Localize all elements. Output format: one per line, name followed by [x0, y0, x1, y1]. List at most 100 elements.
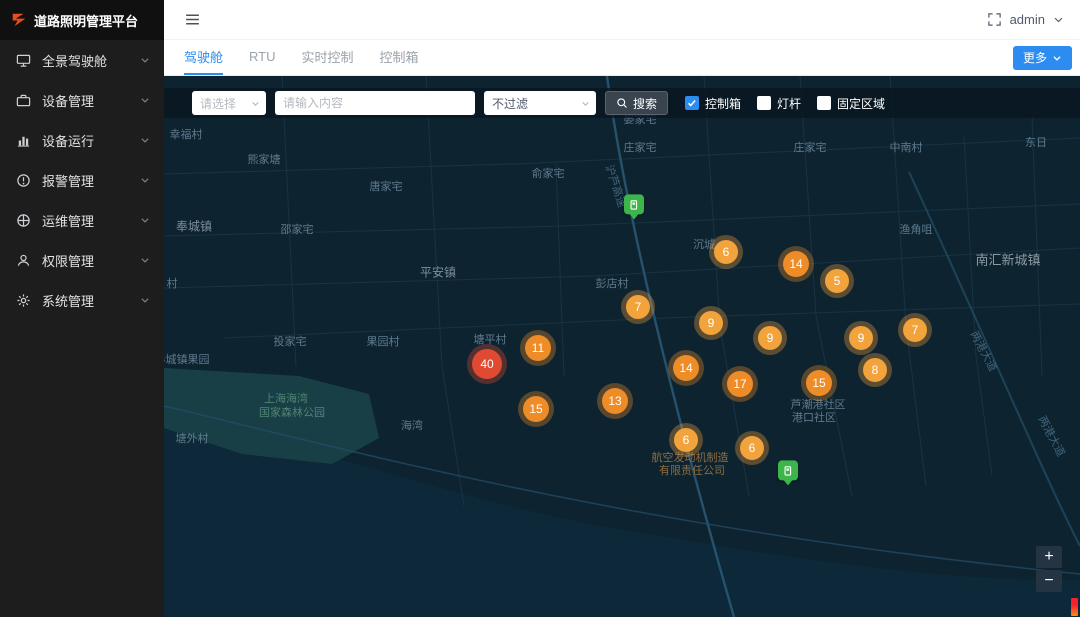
briefcase-icon — [16, 92, 32, 108]
sidebar-item-label: 全景驾驶舱 — [42, 51, 130, 70]
chevron-down-icon — [140, 95, 150, 105]
type-select-value: 请选择 — [200, 95, 236, 112]
cluster-marker[interactable]: 9 — [758, 326, 782, 350]
sidebar-item-alarm[interactable]: 报警管理 — [0, 160, 164, 200]
cluster-marker[interactable]: 9 — [699, 311, 723, 335]
sidebar-item-label: 设备管理 — [42, 91, 130, 110]
chevron-down-icon[interactable] — [1053, 14, 1064, 25]
tab-cockpit[interactable]: 驾驶舱 — [184, 40, 223, 75]
sidebar-item-operation[interactable]: 设备运行 — [0, 120, 164, 160]
zoom-out-button[interactable]: − — [1036, 570, 1062, 592]
top-header: admin — [164, 0, 1080, 40]
main-area: admin 驾驶舱RTU实时控制控制箱 更多 — [164, 0, 1080, 617]
cluster-marker[interactable]: 9 — [849, 326, 873, 350]
chevron-down-icon — [251, 99, 260, 108]
sidebar-item-cockpit[interactable]: 全景驾驶舱 — [0, 40, 164, 80]
chevron-down-icon — [140, 215, 150, 225]
chart-icon — [16, 132, 32, 148]
target-icon — [16, 212, 32, 228]
chevron-down-icon — [140, 295, 150, 305]
tab-box[interactable]: 控制箱 — [380, 40, 419, 75]
search-input[interactable] — [275, 91, 475, 115]
cluster-marker[interactable]: 6 — [674, 428, 698, 452]
user-icon — [16, 252, 32, 268]
tabs: 驾驶舱 RTU 实时控制控制箱 — [184, 40, 419, 75]
sidebar-item-label: 运维管理 — [42, 211, 130, 230]
filter-bar: 请选择 不过滤 搜索 — [164, 88, 1080, 118]
cluster-marker[interactable]: 6 — [740, 436, 764, 460]
cluster-marker[interactable]: 40 — [472, 349, 502, 379]
tab-bar: 驾驶舱 RTU 实时控制控制箱 更多 — [164, 40, 1080, 76]
sidebar: 道路照明管理平台 全景驾驶舱 设备管理 设备运行 报警管理 运维管理 — [0, 0, 164, 617]
checkbox-control-box[interactable]: 控制箱 — [685, 95, 741, 112]
gear-icon — [16, 292, 32, 308]
pin-tip — [629, 213, 639, 224]
filter-select-value: 不过滤 — [492, 95, 528, 112]
sidebar-item-label: 权限管理 — [42, 251, 130, 270]
user-name[interactable]: admin — [1010, 12, 1045, 27]
pin-tip — [783, 479, 793, 490]
station-pin[interactable] — [778, 460, 798, 490]
tab-realtime[interactable]: 实时控制 — [302, 40, 354, 75]
map-canvas[interactable]: 请选择 不过滤 搜索 — [164, 76, 1080, 617]
checkbox-fixed-region[interactable]: 固定区域 — [817, 95, 885, 112]
sidebar-item-permission[interactable]: 权限管理 — [0, 240, 164, 280]
chevron-down-icon — [140, 175, 150, 185]
cluster-marker[interactable]: 11 — [525, 335, 551, 361]
cluster-marker[interactable]: 14 — [673, 355, 699, 381]
search-button[interactable]: 搜索 — [605, 91, 668, 115]
cluster-marker[interactable]: 6 — [714, 240, 738, 264]
user-area: admin — [987, 12, 1064, 27]
cluster-marker[interactable]: 14 — [783, 251, 809, 277]
monitor-icon — [16, 52, 32, 68]
filter-select[interactable]: 不过滤 — [484, 91, 596, 115]
station-icon — [624, 194, 644, 214]
checkbox-lamp-pole[interactable]: 灯杆 — [757, 95, 801, 112]
zoom-in-button[interactable]: + — [1036, 546, 1062, 568]
sidebar-menu: 全景驾驶舱 设备管理 设备运行 报警管理 运维管理 权限管理 — [0, 40, 164, 320]
sidebar-item-label: 系统管理 — [42, 291, 130, 310]
logo-icon — [10, 11, 28, 29]
layer-checkboxes: 控制箱 灯杆 固定区域 — [685, 95, 885, 112]
checkbox-box[interactable] — [757, 96, 771, 110]
sidebar-item-label: 设备运行 — [42, 131, 130, 150]
checkbox-label: 固定区域 — [837, 95, 885, 112]
app-logo: 道路照明管理平台 — [0, 0, 164, 40]
map-background — [164, 76, 1080, 617]
station-icon — [778, 460, 798, 480]
fullscreen-icon[interactable] — [987, 12, 1002, 27]
app-root: 道路照明管理平台 全景驾驶舱 设备管理 设备运行 报警管理 运维管理 — [0, 0, 1080, 617]
cluster-marker[interactable]: 7 — [626, 295, 650, 319]
tab-rtu[interactable]: RTU — [249, 40, 275, 75]
chevron-down-icon — [140, 255, 150, 265]
app-title: 道路照明管理平台 — [34, 11, 138, 30]
cluster-marker[interactable]: 5 — [825, 269, 849, 293]
sidebar-item-label: 报警管理 — [42, 171, 130, 190]
chevron-down-icon — [140, 135, 150, 145]
sidebar-item-maintenance[interactable]: 运维管理 — [0, 200, 164, 240]
more-button-label: 更多 — [1023, 49, 1047, 66]
sidebar-item-device[interactable]: 设备管理 — [0, 80, 164, 120]
cluster-marker[interactable]: 15 — [806, 370, 832, 396]
sidebar-item-system[interactable]: 系统管理 — [0, 280, 164, 320]
cluster-marker[interactable]: 13 — [602, 388, 628, 414]
chevron-down-icon — [140, 55, 150, 65]
cluster-marker[interactable]: 7 — [903, 318, 927, 342]
more-button[interactable]: 更多 — [1013, 46, 1072, 70]
hamburger-icon[interactable] — [184, 11, 201, 28]
zoom-control: + − — [1036, 546, 1062, 592]
search-icon — [616, 97, 628, 109]
checkbox-box[interactable] — [817, 96, 831, 110]
cluster-marker[interactable]: 17 — [727, 371, 753, 397]
type-select[interactable]: 请选择 — [192, 91, 266, 115]
cluster-marker[interactable]: 15 — [523, 396, 549, 422]
alarm-icon — [16, 172, 32, 188]
station-pin[interactable] — [624, 194, 644, 224]
checkbox-label: 控制箱 — [705, 95, 741, 112]
cluster-marker[interactable]: 8 — [863, 358, 887, 382]
search-button-label: 搜索 — [633, 95, 657, 112]
map-provider-logo — [1071, 598, 1078, 616]
checkbox-box[interactable] — [685, 96, 699, 110]
checkbox-label: 灯杆 — [777, 95, 801, 112]
chevron-down-icon — [581, 99, 590, 108]
